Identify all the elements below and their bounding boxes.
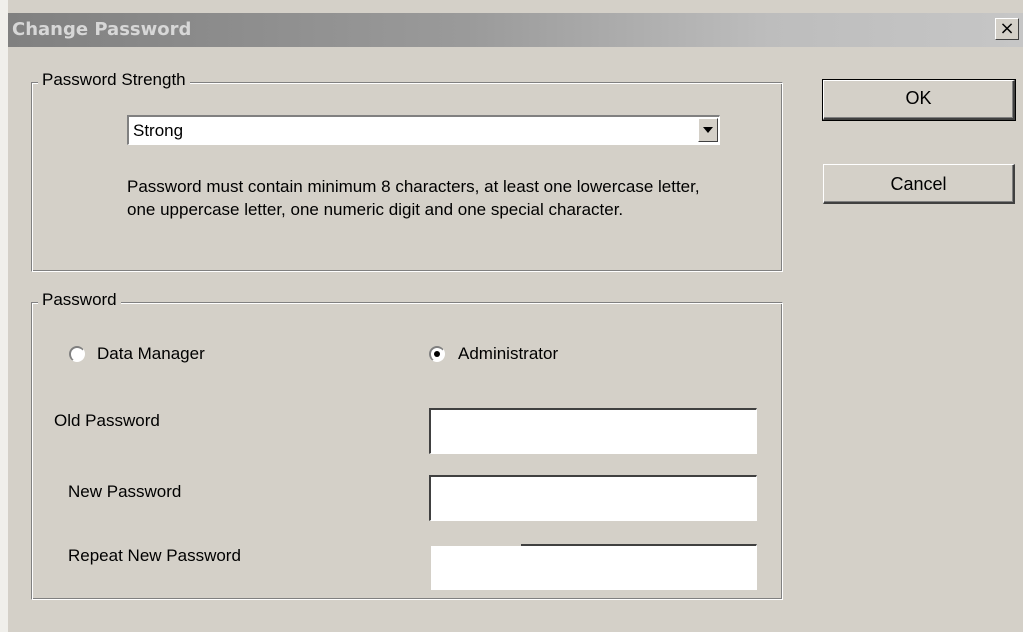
new-password-label: New Password (68, 482, 182, 501)
password-legend: Password (38, 290, 121, 310)
close-button[interactable]: × (995, 18, 1019, 40)
radio-selected-dot (434, 351, 440, 357)
repeat-password-field[interactable] (521, 544, 757, 590)
repeat-password-field-left[interactable] (431, 546, 521, 590)
password-strength-legend: Password Strength (38, 70, 190, 90)
strength-description: Password must contain minimum 8 characte… (127, 177, 700, 219)
strength-select-value: Strong (133, 121, 184, 140)
ok-button[interactable]: OK (822, 79, 1016, 121)
radio-data-manager-circle[interactable] (69, 346, 85, 362)
radio-administrator-label[interactable]: Administrator (458, 344, 558, 364)
old-password-field[interactable] (429, 408, 757, 454)
title-bar[interactable]: Change Password × (8, 13, 1023, 47)
change-password-dialog: Change Password × Password Strength Stro… (0, 0, 1023, 632)
repeat-password-label: Repeat New Password (68, 546, 241, 565)
ok-button-label: OK (905, 88, 932, 108)
strength-select[interactable]: Strong (127, 115, 720, 145)
old-password-label: Old Password (54, 411, 160, 430)
chevron-down-icon[interactable] (698, 118, 718, 142)
new-password-field[interactable] (429, 475, 757, 521)
cancel-button[interactable]: Cancel (823, 164, 1015, 204)
cancel-button-label: Cancel (890, 174, 947, 194)
close-icon: × (999, 18, 1015, 39)
radio-administrator-circle[interactable] (429, 346, 445, 362)
radio-data-manager-label[interactable]: Data Manager (97, 344, 205, 364)
dialog-title: Change Password (12, 19, 192, 40)
